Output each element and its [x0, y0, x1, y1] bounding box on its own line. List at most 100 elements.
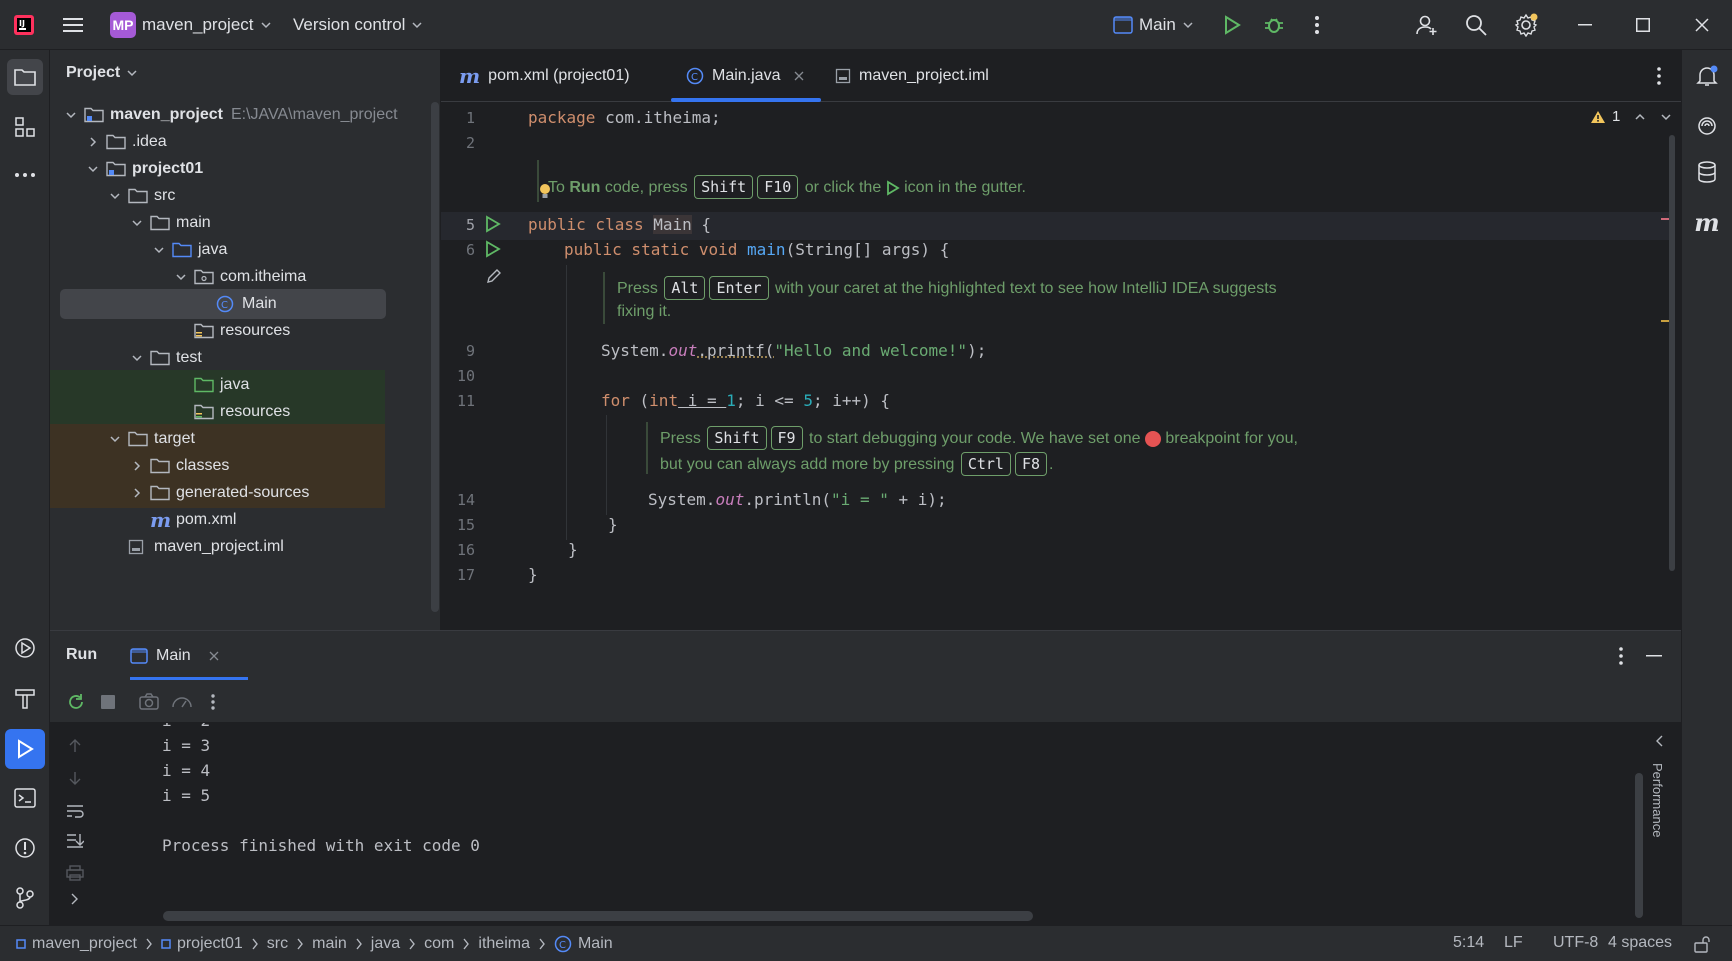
tree-item[interactable]: java [50, 235, 428, 265]
console-horizontal-scrollbar[interactable] [163, 911, 1033, 921]
editor-scrollbar[interactable] [1669, 135, 1675, 571]
tree-item[interactable]: main [50, 208, 428, 238]
breadcrumb-item[interactable]: src [267, 935, 288, 953]
add-user-icon[interactable] [1409, 7, 1445, 43]
scroll-to-end-icon[interactable] [57, 823, 93, 859]
line-number[interactable]: 15 [435, 516, 475, 534]
code-line-15[interactable]: } [608, 515, 618, 534]
run-config-selector[interactable]: Main [1113, 0, 1194, 50]
breadcrumb-item[interactable]: main [312, 935, 347, 953]
tree-item[interactable]: target [50, 424, 385, 454]
indent-setting[interactable]: 4 spaces [1608, 934, 1672, 952]
tree-item[interactable]: C Main [60, 289, 386, 319]
inspection-widget[interactable]: 1 [1590, 108, 1672, 125]
run-options-icon[interactable] [1603, 638, 1639, 674]
main-menu-icon[interactable] [55, 7, 91, 43]
chevron-down-icon[interactable] [62, 106, 80, 124]
debug-icon[interactable] [1256, 7, 1292, 43]
more-actions-icon[interactable] [1299, 7, 1335, 43]
chevron-down-icon[interactable] [84, 160, 102, 178]
minimize-icon[interactable] [1567, 7, 1603, 43]
stop-icon[interactable] [90, 684, 126, 720]
code-line-14[interactable]: System.out.println("i = " + i); [648, 490, 947, 509]
rerun-icon[interactable] [58, 684, 94, 720]
line-number[interactable]: 9 [435, 342, 475, 360]
close-window-icon[interactable] [1684, 7, 1720, 43]
maven-tool-icon[interactable]: m [1689, 204, 1725, 240]
notifications-bell-icon[interactable] [1689, 58, 1725, 94]
maximize-icon[interactable] [1625, 7, 1661, 43]
project-switcher[interactable]: MP maven_project [110, 0, 272, 50]
breadcrumb-item[interactable]: itheima [478, 935, 530, 953]
tab-main-java[interactable]: C Main.java [686, 50, 804, 102]
tree-item[interactable]: project01 [50, 154, 428, 184]
structure-tool-icon[interactable] [7, 109, 43, 145]
performance-side-panel[interactable]: Performance [1640, 723, 1681, 926]
tree-item[interactable]: com.itheima [50, 262, 428, 292]
line-number[interactable]: 14 [435, 491, 475, 509]
chevron-up-icon[interactable] [1634, 111, 1646, 123]
breadcrumb-item[interactable]: maven_project [16, 935, 137, 953]
tree-item[interactable]: maven_project.iml [50, 532, 428, 562]
run-gutter-icon[interactable] [485, 215, 501, 233]
code-line-9[interactable]: System.out.printf("Hello and welcome!"); [601, 341, 986, 360]
caret-position[interactable]: 5:14 [1453, 934, 1484, 952]
tree-item[interactable]: java [50, 370, 385, 400]
code-line-17[interactable]: } [528, 565, 538, 584]
line-number[interactable]: 16 [435, 541, 475, 559]
tree-item[interactable]: .idea [50, 127, 428, 157]
project-panel-header[interactable]: Project [66, 64, 138, 82]
build-hammer-icon[interactable] [7, 680, 43, 716]
chevron-down-icon[interactable] [106, 430, 124, 448]
chevron-down-icon[interactable] [150, 241, 168, 259]
chevron-left-icon[interactable] [1654, 735, 1664, 747]
close-tab-icon[interactable] [209, 651, 219, 661]
chevron-down-icon[interactable] [1660, 111, 1672, 123]
version-control-menu[interactable]: Version control [293, 0, 423, 50]
code-line-1[interactable]: package com.itheima; [528, 108, 721, 127]
search-icon[interactable] [1458, 7, 1494, 43]
chevron-down-icon[interactable] [128, 214, 146, 232]
code-line-5[interactable]: public class Main { [528, 215, 711, 234]
line-number[interactable]: 11 [435, 392, 475, 410]
breadcrumb-item[interactable]: C Main [554, 935, 613, 953]
tree-item[interactable]: test [50, 343, 428, 373]
code-line-6[interactable]: public static void main(String[] args) { [564, 240, 949, 259]
ai-assistant-icon[interactable] [1689, 108, 1725, 144]
chevron-down-icon[interactable] [172, 268, 190, 286]
tree-item[interactable]: src [50, 181, 428, 211]
more-tools-icon[interactable] [7, 157, 43, 193]
close-tab-icon[interactable] [794, 71, 804, 81]
settings-gear-icon[interactable] [1508, 7, 1544, 43]
line-separator[interactable]: LF [1504, 934, 1523, 952]
arrow-up-icon[interactable] [57, 728, 93, 764]
tree-item[interactable]: resources [50, 397, 385, 427]
tree-item[interactable]: generated-sources [50, 478, 385, 508]
line-number[interactable]: 2 [435, 134, 475, 152]
database-icon[interactable] [1689, 154, 1725, 190]
chevron-down-icon[interactable] [106, 187, 124, 205]
breadcrumb-item[interactable]: project01 [161, 935, 243, 953]
terminal-tool-icon[interactable] [7, 780, 43, 816]
run-gutter-icon[interactable] [485, 240, 501, 258]
run-tool-icon[interactable] [5, 729, 45, 769]
arrow-down-icon[interactable] [57, 760, 93, 796]
hide-panel-icon[interactable] [1636, 638, 1672, 674]
unlock-icon[interactable] [1693, 935, 1711, 953]
tab-pom-xml[interactable]: m pom.xml (project01) [459, 50, 630, 102]
chevron-right-icon[interactable] [128, 484, 146, 502]
tree-item[interactable]: classes [50, 451, 385, 481]
services-tool-icon[interactable] [7, 630, 43, 666]
more-actions-icon[interactable] [195, 684, 231, 720]
tree-item[interactable]: resources [50, 316, 428, 346]
expand-chevron-icon[interactable] [57, 881, 93, 917]
camera-icon[interactable] [131, 684, 167, 720]
line-number[interactable]: 10 [435, 367, 475, 385]
file-encoding[interactable]: UTF-8 [1553, 934, 1598, 952]
git-tool-icon[interactable] [7, 880, 43, 916]
line-number[interactable]: 17 [435, 566, 475, 584]
code-line-16[interactable]: } [568, 540, 578, 559]
tab-options-icon[interactable] [1641, 58, 1677, 94]
breadcrumb-item[interactable]: java [371, 935, 400, 953]
chevron-down-icon[interactable] [128, 349, 146, 367]
